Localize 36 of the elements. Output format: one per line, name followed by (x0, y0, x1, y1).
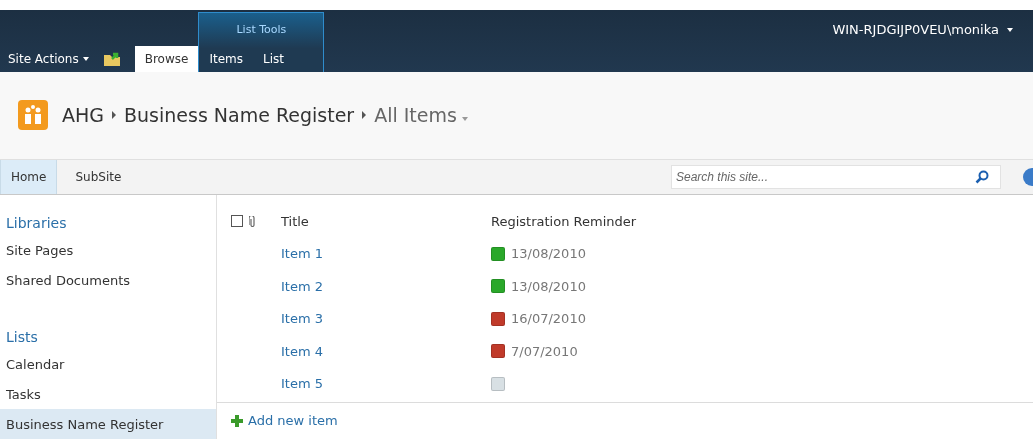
site-actions-menu[interactable]: Site Actions (0, 45, 95, 72)
breadcrumb-link[interactable]: Business Name Register (124, 104, 355, 127)
site-logo-icon (18, 100, 48, 131)
search-field[interactable]: Search this site... (671, 165, 1001, 190)
item-link[interactable]: Item 5 (281, 376, 491, 392)
column-header[interactable]: Registration Reminder (491, 213, 1033, 229)
reminder-date: 7/07/2010 (511, 343, 578, 359)
reminder-date: 16/07/2010 (511, 311, 586, 327)
reminder-date: 13/08/2010 (511, 246, 586, 262)
plus-icon (231, 414, 243, 427)
user-menu[interactable]: WIN-RJDGIJP0VEU\monika (832, 22, 1013, 60)
ribbon-tab[interactable]: List (252, 45, 294, 72)
sidebar-item[interactable]: Tasks (0, 379, 216, 409)
column-header[interactable]: Title (281, 213, 491, 229)
nav-tab[interactable]: SubSite (65, 160, 132, 194)
paperclip-icon (249, 215, 256, 227)
item-link[interactable]: Item 3 (281, 311, 491, 327)
ribbon-tab[interactable]: Browse (134, 45, 199, 72)
sidebar-heading[interactable]: Lists (0, 325, 216, 349)
sidebar-item[interactable]: Business Name Register (0, 409, 216, 439)
folder-icon[interactable] (102, 50, 121, 67)
ribbon-tab[interactable]: Items (199, 45, 253, 72)
item-link[interactable]: Item 2 (281, 278, 491, 294)
sidebar-item[interactable]: Site Pages (0, 235, 216, 265)
reminder-date: 13/08/2010 (511, 278, 586, 294)
group-title: List Tools (235, 22, 288, 39)
sidebar-item[interactable]: Calendar (0, 349, 216, 379)
sidebar-item[interactable]: Shared Documents (0, 265, 216, 295)
breadcrumb-link[interactable]: All Items (374, 104, 457, 127)
nav-tab[interactable]: Home (0, 160, 58, 194)
item-link[interactable]: Item 4 (281, 343, 491, 359)
breadcrumb-link[interactable]: AHG (62, 104, 104, 127)
item-link[interactable]: Item 1 (281, 246, 491, 262)
select-all-checkbox[interactable] (231, 215, 243, 228)
add-new-item-link[interactable]: Add new item (217, 403, 1033, 428)
sidebar-heading[interactable]: Libraries (0, 211, 216, 235)
